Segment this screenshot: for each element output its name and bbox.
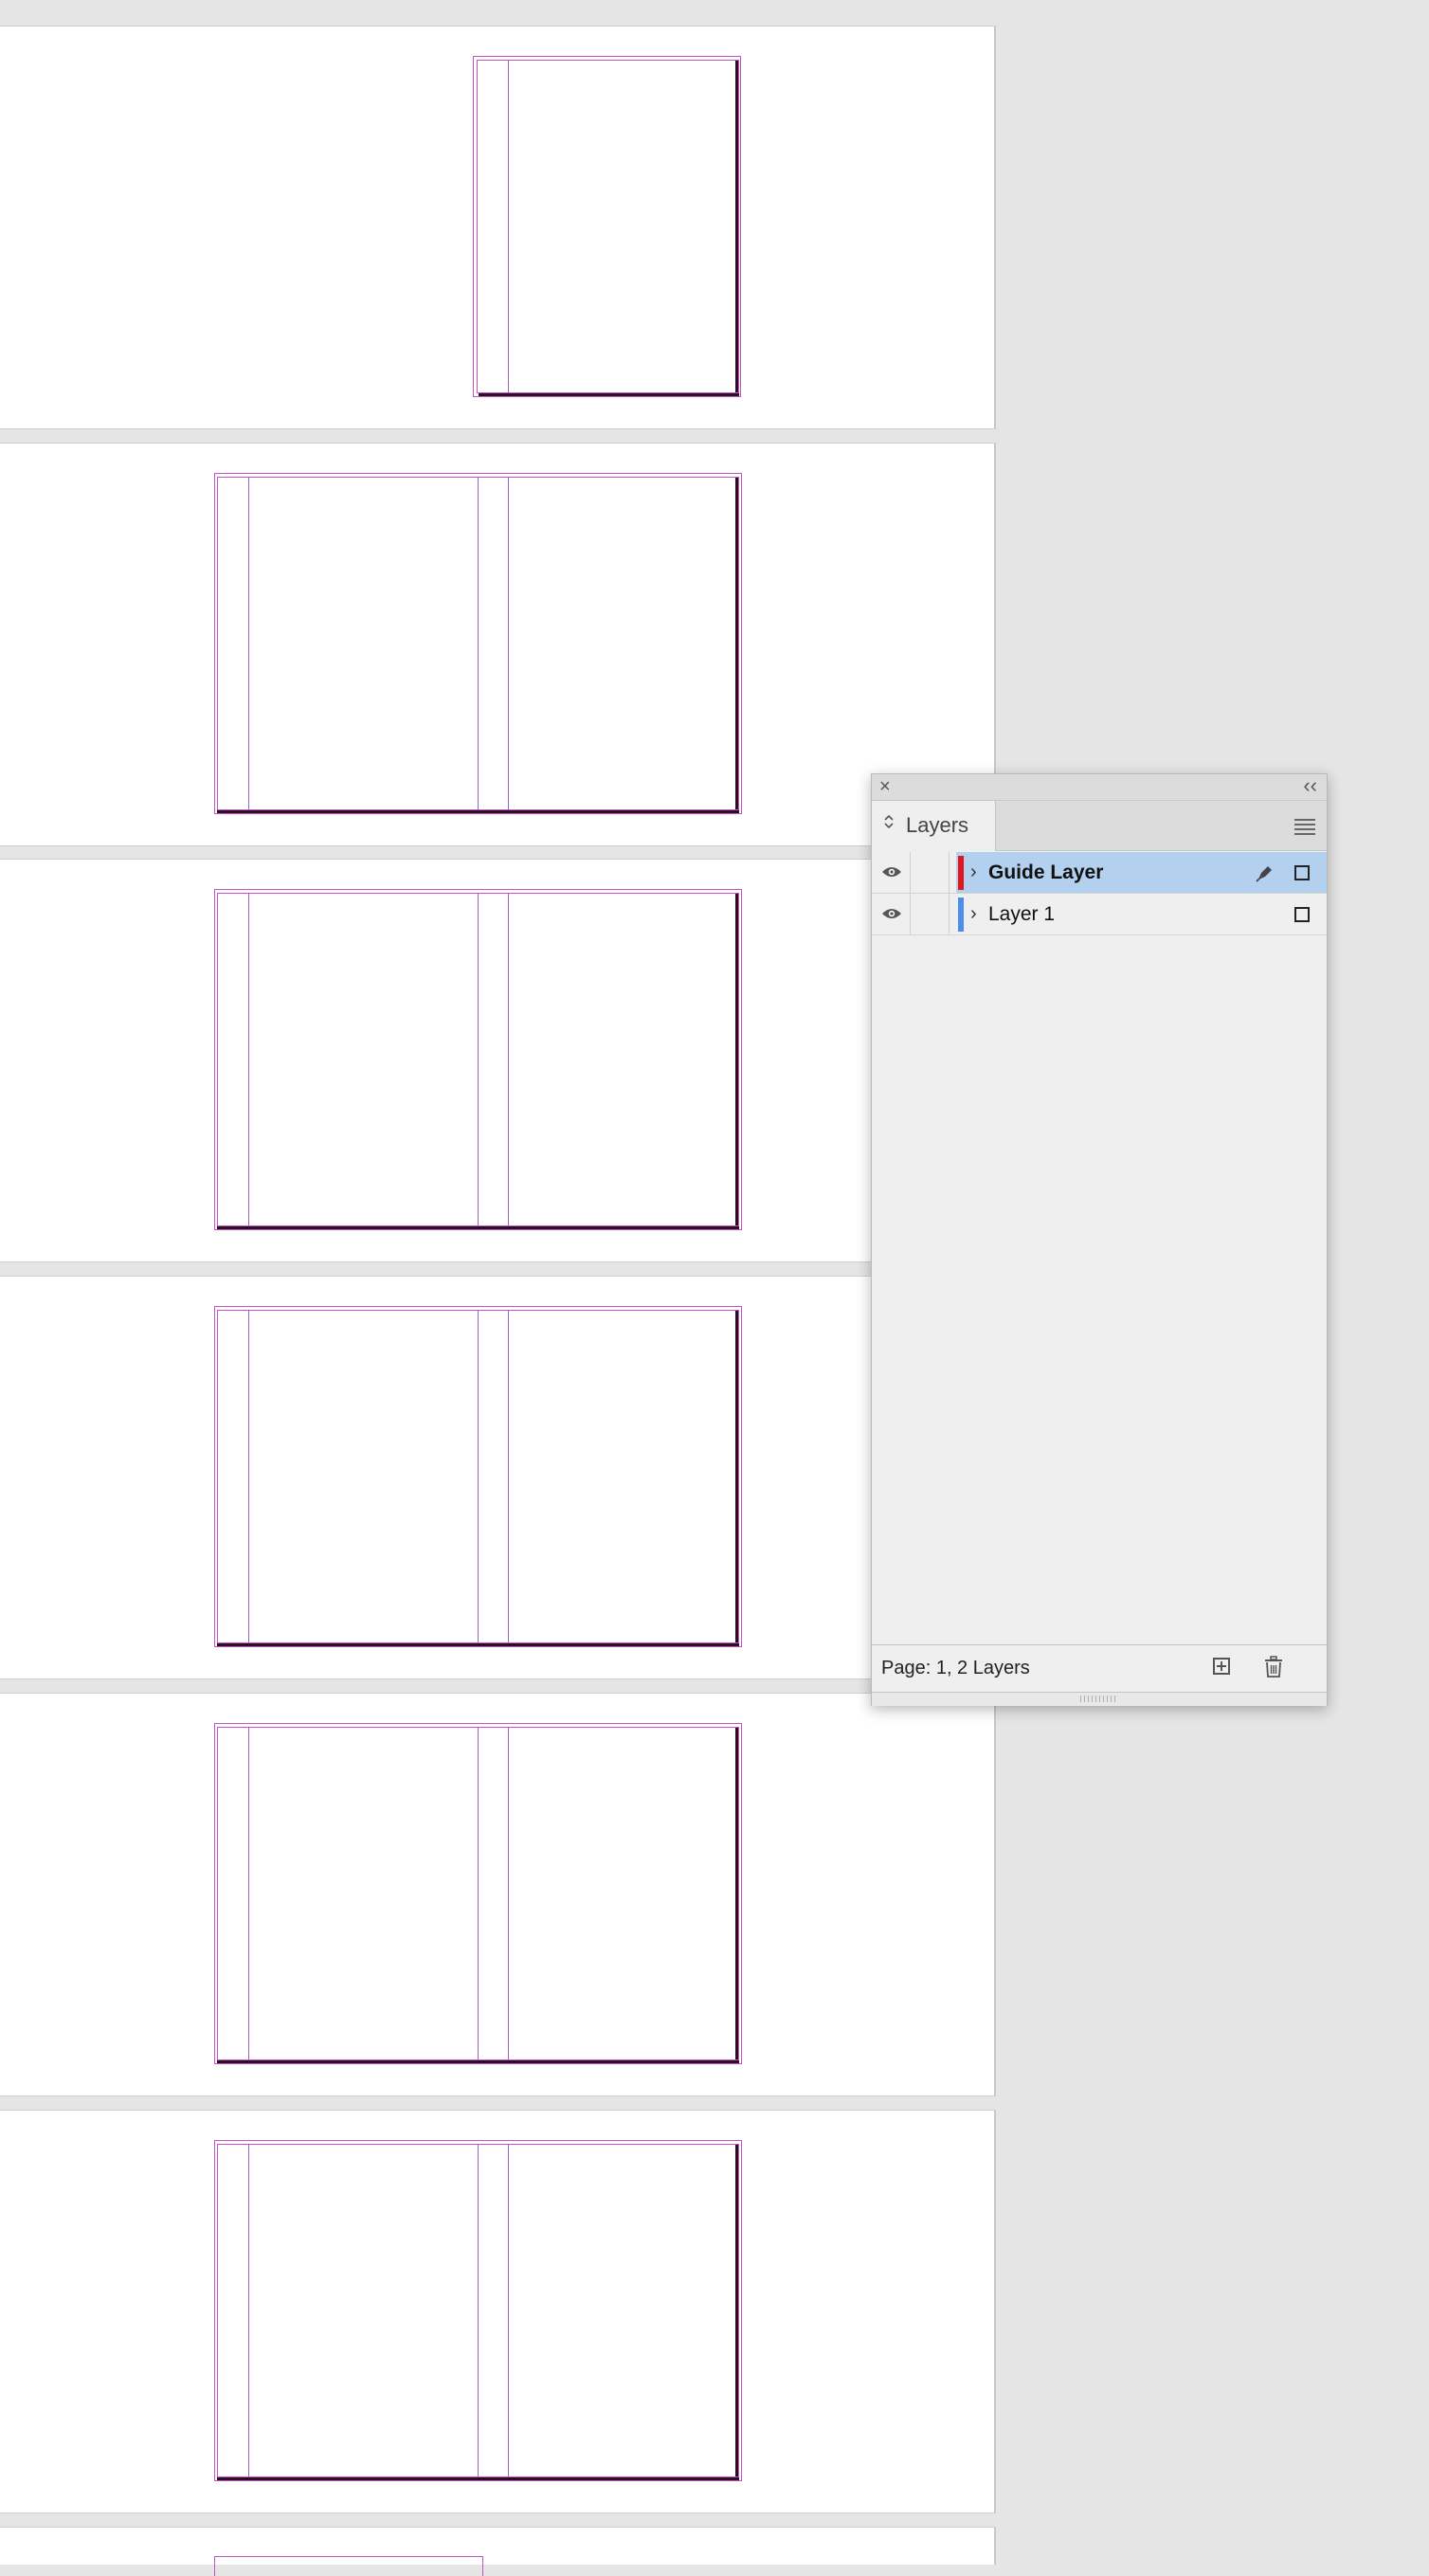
visibility-toggle[interactable]	[872, 894, 911, 934]
bleed-guide	[214, 2556, 483, 2576]
column-guide	[248, 1728, 249, 2059]
close-icon[interactable]: ×	[879, 777, 891, 796]
selection-proxy[interactable]	[1294, 907, 1310, 922]
layer-row-layer-1[interactable]: › Layer 1	[872, 894, 1327, 935]
chevron-right-icon[interactable]: ›	[970, 862, 977, 883]
column-guide	[478, 2145, 479, 2476]
column-guide	[248, 2145, 249, 2476]
grip-lines	[1080, 1696, 1118, 1702]
tab-layers[interactable]: Layers	[872, 801, 996, 851]
lock-toggle[interactable]	[911, 894, 950, 934]
column-guide	[478, 1728, 479, 2059]
expand-tab-icon[interactable]	[884, 814, 894, 830]
spread-2[interactable]	[0, 443, 996, 846]
layer-color-swatch	[958, 856, 964, 890]
page-right[interactable]	[479, 60, 739, 396]
column-guide	[508, 894, 509, 1225]
panel-footer: Page: 1, 2 Layers	[872, 1644, 1327, 1693]
column-guide	[248, 478, 249, 809]
panel-menu-icon[interactable]	[1294, 819, 1315, 838]
spread-7[interactable]	[0, 2527, 996, 2576]
layer-row-guide-layer[interactable]: › Guide Layer	[872, 852, 1327, 894]
pen-icon	[1256, 866, 1272, 882]
tab-label: Layers	[906, 813, 969, 837]
layer-name: Guide Layer	[988, 862, 1104, 883]
lock-toggle[interactable]	[911, 852, 950, 893]
trash-icon[interactable]	[1264, 1656, 1283, 1678]
panel-tab-row: Layers	[872, 801, 1327, 851]
panel-title-bar[interactable]: × ‹‹	[872, 774, 1327, 801]
spread-6[interactable]	[0, 2110, 996, 2513]
layer-name-cell[interactable]: › Guide Layer	[956, 852, 1327, 893]
selection-proxy[interactable]	[1294, 865, 1310, 880]
spread-1[interactable]	[0, 26, 996, 429]
column-guide	[508, 61, 509, 392]
column-guide	[508, 1311, 509, 1642]
visibility-toggle[interactable]	[872, 852, 911, 893]
column-guide	[508, 2145, 509, 2476]
layer-name-cell[interactable]: › Layer 1	[956, 894, 1327, 934]
panel-resize-grip[interactable]	[872, 1692, 1327, 1706]
status-text: Page: 1, 2 Layers	[881, 1658, 1030, 1678]
column-guide	[508, 478, 509, 809]
column-guide	[478, 894, 479, 1225]
spread-3[interactable]	[0, 859, 996, 1262]
layers-panel[interactable]: × ‹‹ Layers › Guide Layer › Layer 1 Page…	[871, 773, 1328, 1706]
eye-icon	[882, 909, 901, 918]
column-guide	[248, 894, 249, 1225]
spread-5[interactable]	[0, 1693, 996, 2096]
column-guide	[478, 1311, 479, 1642]
column-guide	[478, 478, 479, 809]
new-layer-icon[interactable]	[1213, 1658, 1230, 1675]
chevron-right-icon[interactable]: ›	[970, 903, 977, 925]
column-guide	[248, 1311, 249, 1642]
layer-color-swatch	[958, 898, 964, 932]
eye-icon	[882, 867, 901, 877]
spread-4[interactable]	[0, 1276, 996, 1679]
collapse-panel-button[interactable]: ‹‹	[1303, 775, 1317, 796]
column-guide	[508, 1728, 509, 2059]
layer-name: Layer 1	[988, 903, 1056, 925]
